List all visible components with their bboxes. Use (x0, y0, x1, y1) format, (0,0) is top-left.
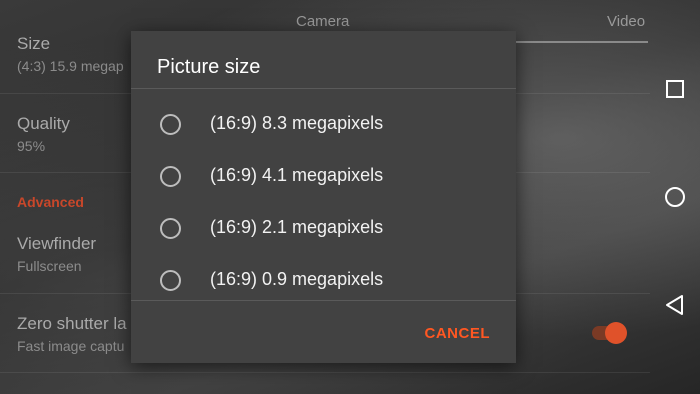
circle-icon[interactable] (663, 185, 687, 209)
setting-size-summary: (4:3) 15.9 megap (17, 58, 124, 74)
divider (0, 372, 650, 373)
option-label: (16:9) 8.3 megapixels (210, 113, 384, 133)
cancel-button[interactable]: CANCEL (425, 325, 491, 342)
radio-button[interactable] (160, 166, 181, 187)
setting-quality[interactable]: Quality 95% (17, 114, 70, 155)
zero-shutter-toggle-thumb[interactable] (605, 322, 627, 344)
triangle-back-icon[interactable] (663, 293, 687, 317)
setting-size-title: Size (17, 34, 51, 53)
setting-viewfinder-title: Viewfinder (17, 234, 97, 253)
radio-button[interactable] (160, 270, 181, 291)
setting-zero-shutter-title: Zero shutter la (17, 314, 127, 333)
setting-viewfinder[interactable]: Viewfinder Fullscreen (17, 234, 96, 275)
dialog-title-divider (131, 88, 516, 89)
option-label: (16:9) 0.9 megapixels (210, 269, 384, 289)
setting-quality-summary: 95% (17, 138, 46, 154)
option-label: (16:9) 4.1 megapixels (210, 165, 384, 185)
setting-zero-shutter-summary: Fast image captu (17, 338, 125, 354)
dialog-actions-divider (131, 300, 516, 301)
setting-quality-title: Quality (17, 114, 70, 133)
radio-button[interactable] (160, 218, 181, 239)
tab-camera[interactable]: Camera (296, 13, 349, 30)
setting-viewfinder-summary: Fullscreen (17, 258, 82, 274)
radio-button[interactable] (160, 114, 181, 135)
dialog-title: Picture size (157, 56, 261, 78)
option-item[interactable]: (16:9) 2.1 megapixels (131, 203, 516, 255)
option-item[interactable]: (16:9) 4.1 megapixels (131, 151, 516, 203)
option-label: (16:9) 2.1 megapixels (210, 217, 384, 237)
setting-zero-shutter[interactable]: Zero shutter la Fast image captu (17, 314, 127, 355)
setting-size[interactable]: Size (4:3) 15.9 megap (17, 34, 124, 75)
category-advanced: Advanced (17, 194, 84, 210)
tab-video[interactable]: Video (607, 13, 645, 30)
square-icon[interactable] (663, 77, 687, 101)
picture-size-dialog: Picture size (16:9) 8.3 megapixels (16:9… (131, 31, 516, 363)
navigation-bar (650, 0, 700, 394)
option-item[interactable]: (16:9) 8.3 megapixels (131, 99, 516, 151)
